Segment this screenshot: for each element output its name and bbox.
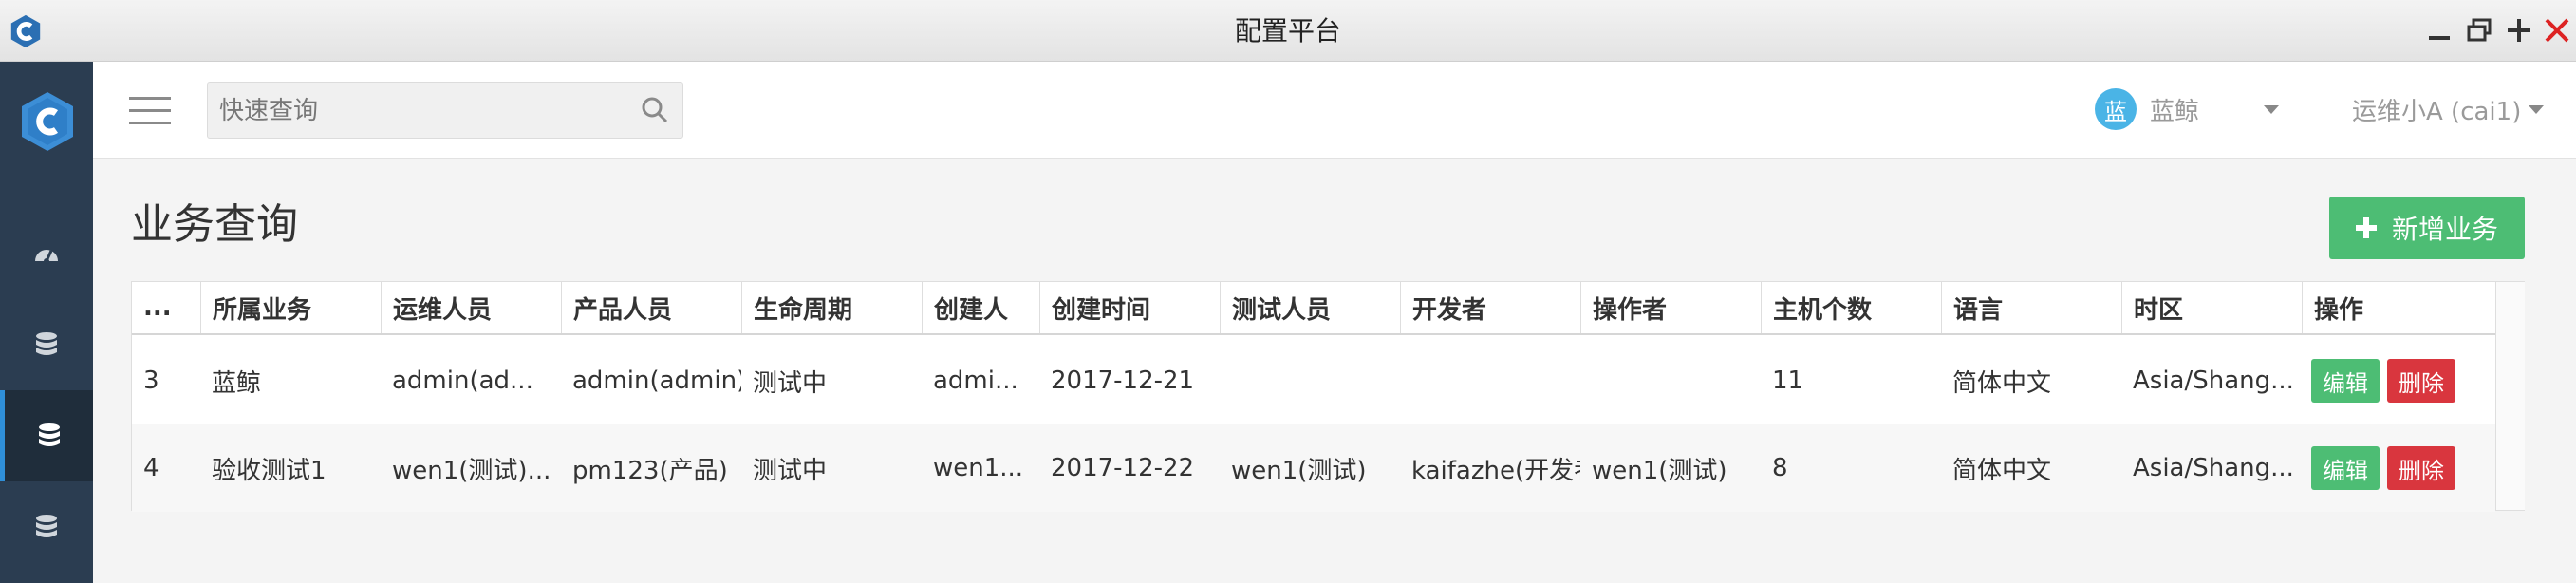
add-business-button[interactable]: 新增业务	[2329, 197, 2525, 259]
col-header-operator[interactable]: 操作者	[1580, 282, 1761, 333]
table-cell: Asia/Shang...	[2133, 367, 2294, 395]
table-cell	[1400, 337, 1580, 424]
table-cell: 8	[1772, 454, 1788, 482]
hamburger-icon[interactable]	[129, 95, 171, 127]
table-cell: 简体中文	[1952, 456, 2052, 485]
business-label: 蓝鲸	[2150, 97, 2200, 126]
table-cell: 4	[143, 454, 159, 482]
search-input[interactable]	[208, 83, 629, 140]
col-header-index[interactable]: ...	[132, 282, 200, 333]
business-selector[interactable]: 蓝 蓝鲸	[2095, 87, 2280, 131]
col-header-timezone[interactable]: 时区	[2121, 282, 2302, 333]
plus-icon	[2355, 217, 2377, 238]
col-header-lifecycle[interactable]: 生命周期	[741, 282, 922, 333]
topbar: 蓝 蓝鲸 运维小A (cai1)	[93, 62, 2576, 159]
table-cell: 测试中	[753, 368, 828, 398]
table-cell: admin(ad...	[392, 367, 533, 395]
table-row: 3 蓝鲸 admin(ad... admin(admin) 测试中 admi..…	[132, 337, 2495, 424]
maximize-icon[interactable]	[2502, 13, 2536, 47]
dashboard-icon	[35, 250, 58, 264]
col-header-creator[interactable]: 创建人	[922, 282, 1039, 333]
business-table: ... 所属业务 运维人员 产品人员 生命周期 创建人 创建时间 测试人员 开发…	[131, 281, 2525, 512]
sidebar-item-dashboard[interactable]	[0, 208, 93, 299]
col-header-host-count[interactable]: 主机个数	[1761, 282, 1941, 333]
window-titlebar: 配置平台	[0, 0, 2576, 62]
col-header-product[interactable]: 产品人员	[561, 282, 741, 333]
restore-icon[interactable]	[2462, 13, 2496, 47]
table-scrollbar[interactable]	[2495, 282, 2525, 510]
table-row: 4 验收测试1 wen1(测试)... pm123(产品) 测试中 wen1..…	[132, 424, 2495, 512]
minimize-icon[interactable]	[2422, 13, 2456, 47]
table-header: ... 所属业务 运维人员 产品人员 生命周期 创建人 创建时间 测试人员 开发…	[132, 282, 2524, 335]
col-header-developer[interactable]: 开发者	[1400, 282, 1580, 333]
add-business-label: 新增业务	[2391, 214, 2498, 245]
table-cell: pm123(产品)	[572, 456, 728, 485]
window-title: 配置平台	[1234, 15, 1341, 47]
sidebar	[0, 62, 93, 583]
table-cell: wen1(测试)	[1231, 456, 1367, 485]
sidebar-item-database-1[interactable]	[0, 299, 93, 390]
user-label: 运维小A (cai1)	[2352, 97, 2522, 126]
edit-button[interactable]: 编辑	[2311, 359, 2380, 403]
database-icon	[36, 515, 57, 537]
row-actions: 编辑 删除	[2302, 337, 2495, 424]
table-cell	[1220, 337, 1400, 424]
page-title: 业务查询	[131, 200, 298, 249]
database-icon	[38, 423, 60, 446]
chevron-down-icon	[2264, 104, 2280, 114]
col-header-tester[interactable]: 测试人员	[1220, 282, 1400, 333]
table-cell: 2017-12-21	[1051, 367, 1195, 395]
database-icon	[36, 332, 57, 355]
table-cell: wen1(测试)	[1592, 456, 1727, 485]
business-avatar: 蓝	[2095, 88, 2137, 130]
delete-button[interactable]: 删除	[2387, 446, 2455, 490]
user-menu[interactable]: 运维小A (cai1)	[2352, 87, 2545, 131]
table-cell: Asia/Shang...	[2133, 454, 2294, 482]
col-header-language[interactable]: 语言	[1941, 282, 2121, 333]
table-cell: 11	[1772, 367, 1804, 395]
table-cell: kaifazhe(开发者	[1411, 456, 1580, 485]
table-cell: admi...	[933, 367, 1018, 395]
table-cell: wen1...	[933, 454, 1024, 482]
table-cell: 验收测试1	[212, 456, 327, 485]
col-header-created-time[interactable]: 创建时间	[1039, 282, 1220, 333]
col-header-ops[interactable]: 运维人员	[381, 282, 561, 333]
table-cell: 2017-12-22	[1051, 454, 1195, 482]
edit-button[interactable]: 编辑	[2311, 446, 2380, 490]
sidebar-item-database-2[interactable]	[0, 390, 93, 481]
row-actions: 编辑 删除	[2302, 424, 2495, 512]
hexagon-c-logo-icon[interactable]	[19, 90, 76, 153]
chevron-down-icon	[2529, 104, 2545, 114]
table-cell: 3	[143, 367, 159, 395]
sidebar-item-database-3[interactable]	[0, 481, 93, 573]
delete-button[interactable]: 删除	[2387, 359, 2455, 403]
table-cell: 简体中文	[1952, 368, 2052, 398]
table-cell: 测试中	[753, 456, 828, 485]
col-header-business[interactable]: 所属业务	[200, 282, 381, 333]
table-cell	[1580, 337, 1761, 424]
search-icon[interactable]	[641, 96, 669, 124]
close-icon[interactable]	[2540, 13, 2574, 47]
table-cell: admin(admin)	[572, 367, 741, 395]
table-cell: wen1(测试)...	[392, 456, 551, 485]
table-cell: 蓝鲸	[212, 368, 262, 398]
col-header-actions: 操作	[2302, 282, 2495, 333]
search-box	[207, 82, 683, 140]
